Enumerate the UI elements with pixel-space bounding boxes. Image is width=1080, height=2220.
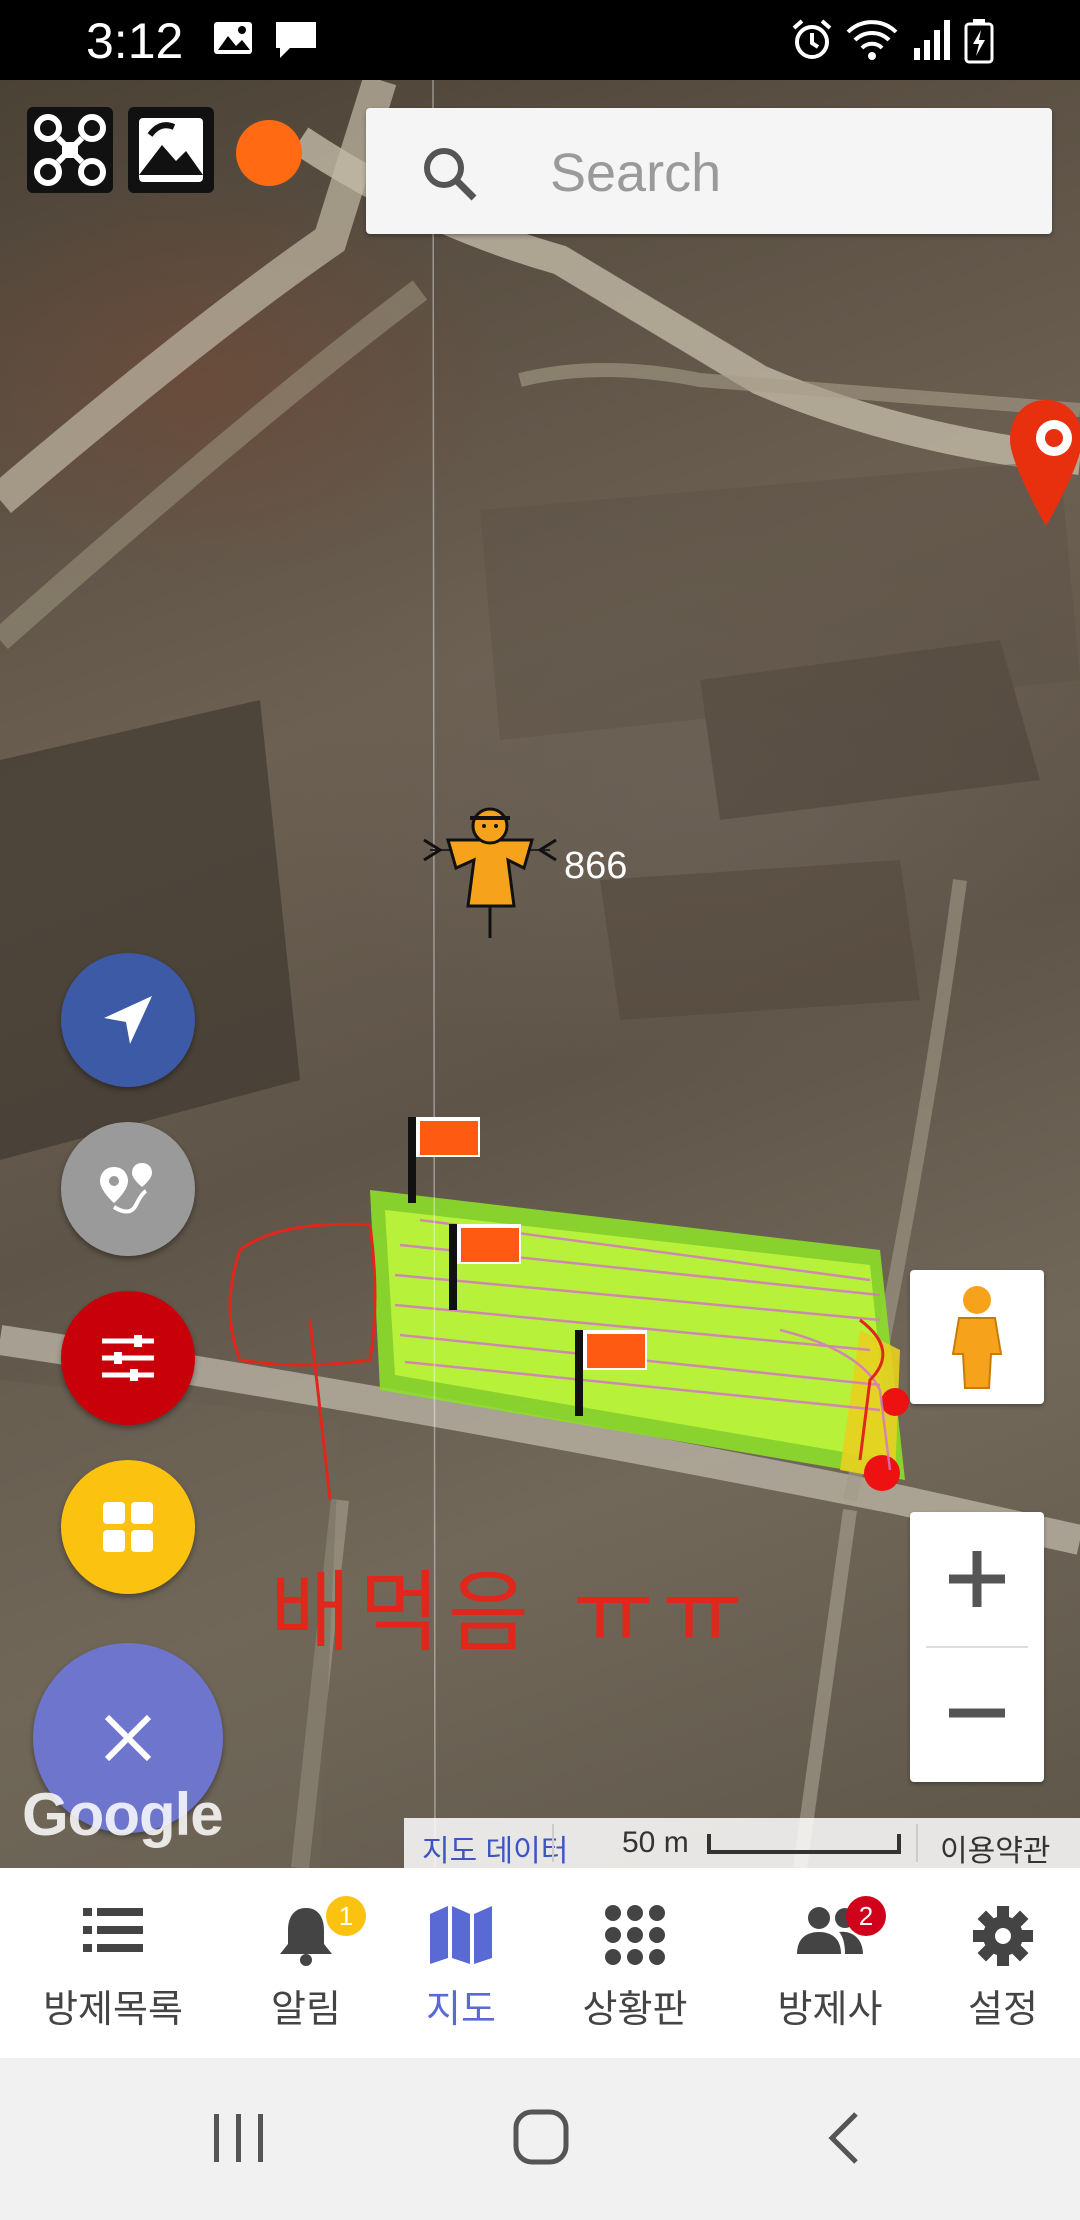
drone-icon [34,114,106,186]
marker-value: 866 [564,845,628,887]
flag-marker-icon[interactable] [447,1222,523,1312]
nav-label: 방제목록 [43,1987,183,2031]
scale-ruler-icon [707,1834,901,1854]
map-scale-bar: 지도 데이터 50 m 이용약관 [404,1818,1080,1868]
search-input[interactable]: Search [550,142,721,204]
nav-label: 상황판 [582,1987,688,2031]
search-icon [424,148,477,201]
nav-label: 설정 [968,1987,1038,2031]
back-icon[interactable] [826,2110,862,2166]
handwritten-note: 배먹음 ㅠㅠ [270,1561,751,1664]
sliders-icon [102,1335,154,1381]
search-bar[interactable]: Search [366,108,1052,234]
grid-menu-button[interactable] [61,1460,195,1594]
system-navigation-bar [0,2058,1080,2220]
location-pin-icon[interactable] [1008,398,1080,528]
map-layer-button[interactable] [128,107,214,193]
satellite-map[interactable]: 배먹음 ㅠㅠ Search 866 Google 지도 데이터 50 m 이용약… [0,80,1080,1868]
terms-link[interactable]: 이용약관 [940,1826,1050,1868]
battery-icon [964,19,994,64]
minus-icon [949,1708,1005,1718]
nav-label: 방제사 [777,1987,883,2031]
grid-dots-icon [605,1905,665,1965]
operator-badge: 2 [846,1896,886,1936]
alarm-icon [792,19,832,59]
plus-icon [949,1551,1005,1607]
message-notification-icon [276,22,316,58]
map-data-link[interactable]: 지도 데이터 [422,1826,568,1868]
pegman-icon [951,1286,1003,1389]
map-icon [430,1906,492,1964]
nav-label: 알림 [271,1987,341,2031]
close-icon [104,1714,152,1762]
signal-icon [914,20,950,60]
connection-status-dot [236,120,302,186]
nav-item-dashboard[interactable]: 상황판 [536,1868,734,2058]
list-icon [83,1908,143,1952]
landscape-icon [139,118,203,182]
nav-item-map[interactable]: 지도 [386,1868,536,2058]
zoom-in-button[interactable] [910,1512,1044,1647]
gear-icon [973,1906,1033,1966]
navigation-arrow-icon [104,996,152,1044]
nav-item-operators[interactable]: 2 방제사 [734,1868,926,2058]
flag-marker-icon[interactable] [406,1115,482,1205]
nav-item-alerts[interactable]: 1 알림 [226,1868,386,2058]
alert-badge: 1 [326,1896,366,1936]
nav-item-list[interactable]: 방제목록 [0,1868,226,2058]
recent-apps-icon[interactable] [212,2112,266,2164]
zoom-controls [910,1512,1044,1782]
status-bar: 3:12 [0,0,1080,80]
nav-item-settings[interactable]: 설정 [926,1868,1080,2058]
flag-marker-icon[interactable] [573,1328,649,1418]
zoom-out-button[interactable] [910,1648,1044,1782]
grid-icon [103,1502,153,1552]
scale-divider [916,1824,918,1862]
filter-button[interactable] [61,1291,195,1425]
nav-label: 지도 [426,1987,496,2031]
street-view-button[interactable] [910,1270,1044,1404]
my-location-button[interactable] [61,953,195,1087]
bottom-navigation: 방제목록 1 알림 지도 상황판 2 방제사 설정 [0,1868,1080,2058]
status-time: 3:12 [86,13,184,69]
scale-label: 50 m [622,1826,689,1859]
scarecrow-marker-icon[interactable] [420,800,560,940]
route-button[interactable] [61,1122,195,1256]
scale-divider [552,1824,554,1862]
route-icon [100,1163,152,1214]
wifi-icon [846,20,898,60]
drone-button[interactable] [27,107,113,193]
home-icon[interactable] [512,2108,570,2166]
gallery-notification-icon [214,22,252,54]
google-logo: Google [22,1781,224,1848]
